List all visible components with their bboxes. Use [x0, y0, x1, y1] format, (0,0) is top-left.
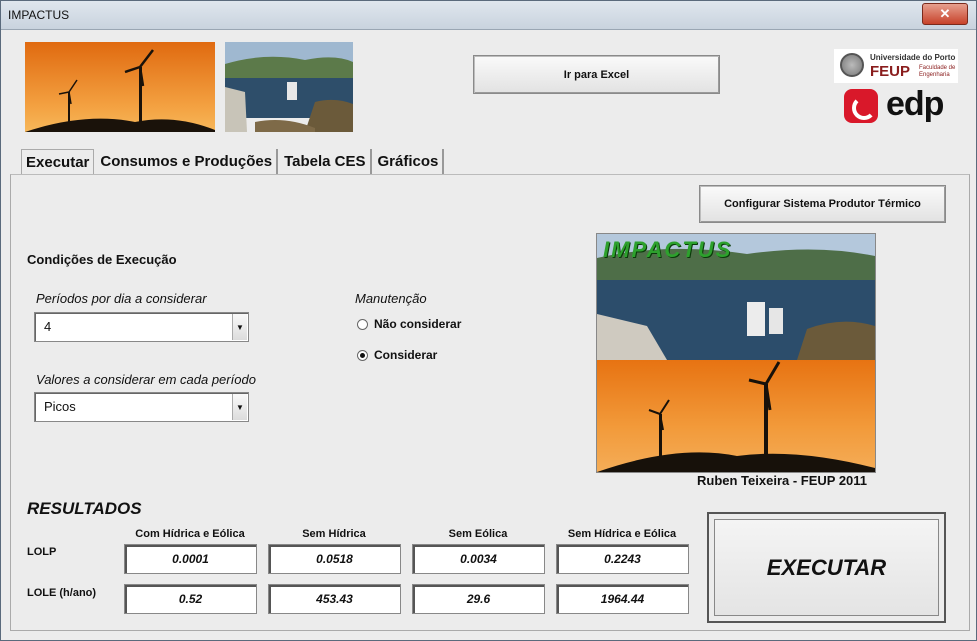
tab-consumos[interactable]: Consumos e Produções: [96, 149, 279, 175]
executar-button-frame: EXECUTAR: [707, 512, 946, 623]
title-bar: IMPACTUS ✕: [1, 1, 976, 30]
executar-button[interactable]: EXECUTAR: [714, 519, 939, 616]
app-window: IMPACTUS ✕ Ir para Excel Universidade do: [0, 0, 977, 641]
up-seal-icon: [840, 53, 864, 77]
conditions-heading: Condições de Execução: [27, 252, 177, 267]
feup-sub2: Engenharia: [919, 72, 950, 78]
values-select[interactable]: Picos ▼: [34, 392, 249, 422]
result-cell: 0.0518: [268, 544, 401, 574]
tab-tabela-ces[interactable]: Tabela CES: [280, 149, 372, 175]
edp-symbol-icon: [844, 89, 878, 123]
feup-logo: Universidade do Porto FEUP Faculdade de …: [834, 49, 958, 83]
radio-label: Considerar: [374, 348, 438, 362]
dam-image: [225, 42, 353, 132]
result-cell: 0.52: [124, 584, 257, 614]
edp-text: edp: [886, 85, 944, 123]
results-heading: RESULTADOS: [27, 499, 142, 518]
result-cell: 0.0034: [412, 544, 545, 574]
chevron-down-icon[interactable]: ▼: [232, 394, 247, 420]
excel-button[interactable]: Ir para Excel: [473, 55, 720, 94]
credit-text: Ruben Teixeira - FEUP 2011: [697, 473, 868, 488]
values-value: Picos: [44, 399, 76, 414]
config-thermal-button[interactable]: Configurar Sistema Produtor Térmico: [699, 185, 946, 223]
row-label-lolp: LOLP: [27, 546, 57, 558]
col-header: Sem Hídrica: [302, 528, 366, 540]
periods-label: Períodos por dia a considerar: [36, 291, 207, 306]
close-icon[interactable]: ✕: [940, 6, 951, 21]
result-cell: 29.6: [412, 584, 545, 614]
col-header: Sem Hídrica e Eólica: [567, 528, 677, 540]
col-header: Sem Eólica: [448, 528, 508, 540]
feup-text: FEUP: [870, 63, 911, 80]
radio-label: Não considerar: [374, 317, 462, 331]
radio-nao-considerar[interactable]: Não considerar: [357, 317, 461, 331]
col-header: Com Hídrica e Eólica: [135, 528, 245, 540]
close-button[interactable]: ✕: [922, 3, 968, 25]
impactus-logo-text: IMPACTUS: [603, 237, 733, 262]
row-label-lole: LOLE (h/ano): [27, 587, 97, 599]
radio-selected-icon[interactable]: [357, 349, 368, 361]
maintenance-label: Manutenção: [355, 291, 427, 306]
result-cell: 453.43: [268, 584, 401, 614]
periods-value: 4: [44, 319, 52, 334]
values-label: Valores a considerar em cada período: [36, 372, 256, 387]
chevron-down-icon[interactable]: ▼: [232, 314, 247, 340]
tab-strip: Executar Consumos e Produções Tabela CES…: [21, 149, 446, 178]
tab-graficos[interactable]: Gráficos: [374, 149, 445, 175]
radio-considerar[interactable]: Considerar: [357, 348, 437, 362]
result-cell: 0.0001: [124, 544, 257, 574]
window-title: IMPACTUS: [8, 8, 70, 22]
wind-turbines-image: [25, 42, 215, 132]
result-cell: 1964.44: [556, 584, 689, 614]
impactus-splash-image: IMPACTUS: [596, 233, 876, 473]
result-cell: 0.2243: [556, 544, 689, 574]
periods-select[interactable]: 4 ▼: [34, 312, 249, 342]
edp-logo: edp: [842, 85, 954, 129]
radio-icon[interactable]: [357, 318, 368, 330]
feup-sub1: Faculdade de: [919, 65, 956, 71]
up-name: Universidade do Porto: [870, 53, 956, 62]
